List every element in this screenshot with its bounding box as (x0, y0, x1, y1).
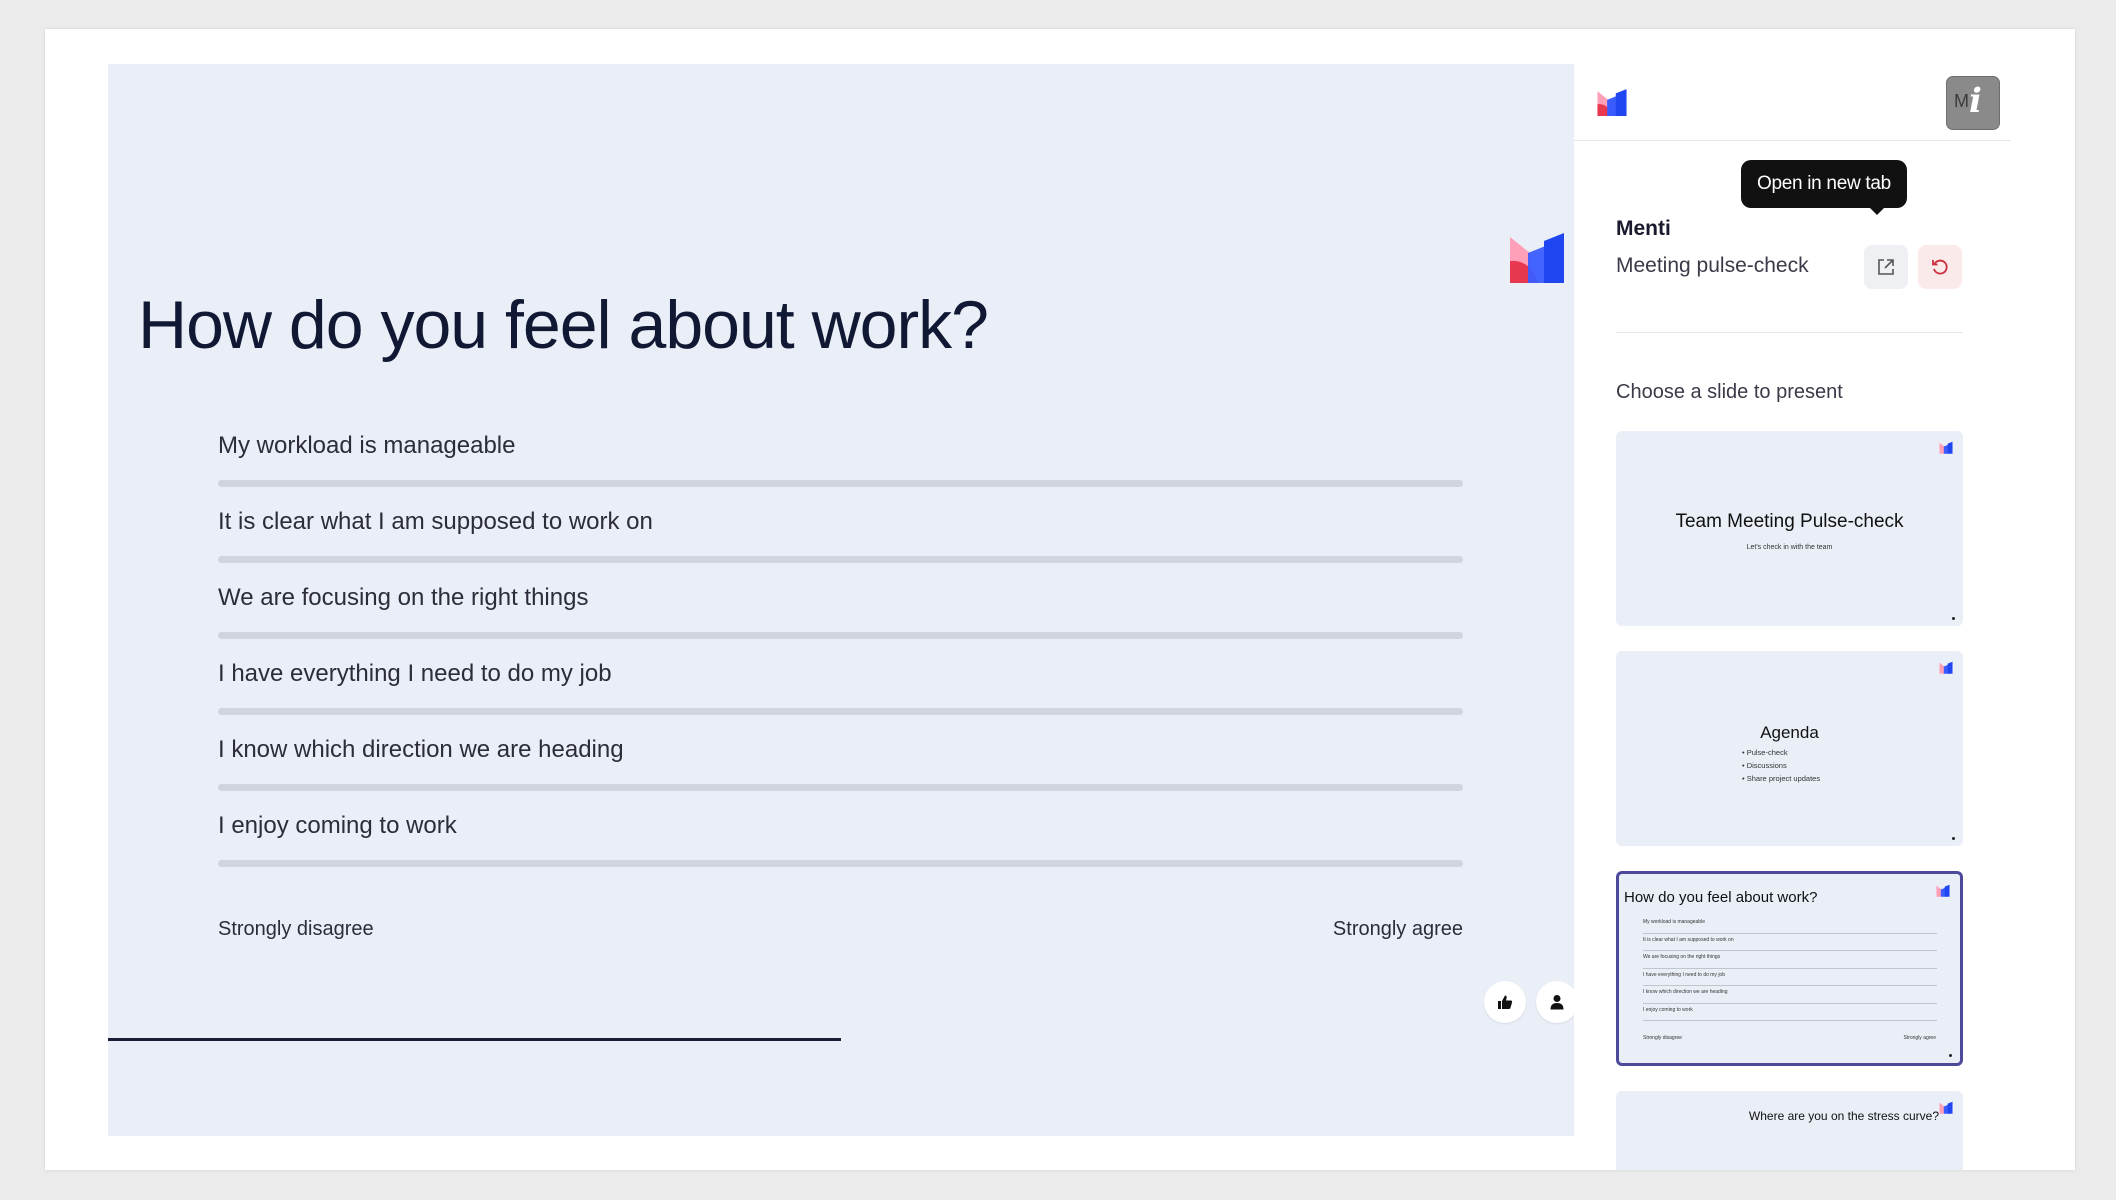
scale-track (218, 632, 1463, 639)
panel-header: M i (1574, 64, 2011, 141)
statement-row: We are focusing on the right things (218, 576, 1463, 652)
mentimeter-logo (1939, 1101, 1953, 1114)
thumbnail-scale-min: Strongly disagree (1643, 1035, 1682, 1041)
thumbnail-indicator (1949, 1054, 1952, 1057)
choose-slide-heading: Choose a slide to present (1616, 381, 1843, 403)
thumbnail-title: Where are you on the stress curve? (1748, 1109, 1939, 1123)
scale-min-label: Strongly disagree (218, 918, 374, 940)
scale-track (218, 480, 1463, 487)
thumbnail-title: Agenda (1760, 723, 1819, 742)
agenda-item: • Share project updates (1742, 774, 1821, 783)
slide-title: How do you feel about work? (138, 287, 989, 363)
slide-progress-bar (108, 1038, 841, 1041)
scale-max-label: Strongly agree (1332, 918, 1463, 940)
statement-label: We are focusing on the right things (218, 584, 589, 611)
participants-button[interactable] (1536, 981, 1574, 1023)
statement-row: I enjoy coming to work (218, 804, 1463, 880)
mentimeter-logo[interactable] (1596, 88, 1628, 116)
thumbnail-indicator (1952, 617, 1955, 620)
avatar-initials: M (1954, 91, 1969, 111)
slide-thumbnail[interactable]: Agenda • Pulse-check • Discussions • Sha… (1616, 651, 1963, 846)
thumbnail-statement: We are focusing on the right things (1643, 953, 1937, 971)
panel-divider (1616, 332, 1963, 333)
slide-thumbnail-selected[interactable]: How do you feel about work? My workload … (1616, 871, 1963, 1066)
statement-list: My workload is manageable It is clear wh… (218, 424, 1463, 880)
scale-track (218, 708, 1463, 715)
mentimeter-logo (1939, 661, 1953, 674)
slide-thumbnail[interactable]: Where are you on the stress curve? (1616, 1091, 1963, 1170)
slide-canvas: How do you feel about work? My workload … (108, 64, 1574, 1136)
thumbnail-statement: I have everything I need to do my job (1643, 971, 1937, 989)
scale-track (218, 556, 1463, 563)
person-icon (1550, 995, 1564, 1010)
open-in-new-tab-button[interactable] (1864, 245, 1908, 289)
mentimeter-logo (1936, 884, 1950, 897)
statement-row: My workload is manageable (218, 424, 1463, 500)
thumbnail-title: How do you feel about work? (1624, 889, 1818, 906)
reset-icon (1932, 259, 1948, 275)
thumbnail-indicator (1952, 837, 1955, 840)
statement-label: It is clear what I am supposed to work o… (218, 508, 653, 535)
scale-track (218, 784, 1463, 791)
thumbnail-statement-list: My workload is manageable It is clear wh… (1643, 918, 1937, 1023)
thumbs-up-icon (1498, 995, 1513, 1009)
thumbnail-statement: I enjoy coming to work (1643, 1006, 1937, 1024)
agenda-item: • Pulse-check (1742, 748, 1788, 757)
thumbnail-statement: It is clear what I am supposed to work o… (1643, 936, 1937, 954)
thumbnail-agenda-list: • Pulse-check • Discussions • Share proj… (1742, 746, 1820, 785)
reset-results-button[interactable] (1918, 245, 1962, 289)
thumbnail-statement: My workload is manageable (1643, 918, 1937, 936)
workspace-name: Menti (1616, 217, 1671, 240)
slide-thumbnail[interactable]: Team Meeting Pulse-check Let's check in … (1616, 431, 1963, 626)
info-button[interactable]: M i (1946, 76, 2000, 130)
statement-row: It is clear what I am supposed to work o… (218, 500, 1463, 576)
mentimeter-logo (1939, 441, 1953, 454)
statement-label: I have everything I need to do my job (218, 660, 612, 687)
presentation-name: Meeting pulse-check (1616, 254, 1809, 277)
thumbnail-title: Team Meeting Pulse-check (1675, 511, 1904, 532)
app-window: How do you feel about work? My workload … (45, 29, 2075, 1170)
thumbnail-scale-max: Strongly agree (1903, 1035, 1936, 1041)
statement-row: I have everything I need to do my job (218, 652, 1463, 728)
info-icon: i (1969, 81, 1982, 121)
statement-label: I enjoy coming to work (218, 812, 457, 839)
reactions-button[interactable] (1484, 981, 1526, 1023)
open-in-new-tab-icon (1878, 259, 1894, 275)
scale-track (218, 860, 1463, 867)
statement-label: I know which direction we are heading (218, 736, 624, 763)
agenda-item: • Discussions (1742, 761, 1787, 770)
thumbnail-statement: I know which direction we are heading (1643, 988, 1937, 1006)
statement-label: My workload is manageable (218, 432, 516, 459)
presenter-side-panel: M i Open in new tab Menti Meeting pulse-… (1574, 29, 2075, 1170)
open-in-new-tab-tooltip: Open in new tab (1741, 160, 1907, 215)
statement-row: I know which direction we are heading (218, 728, 1463, 804)
mentimeter-logo (1510, 233, 1564, 283)
thumbnail-subtitle: Let's check in with the team (1746, 544, 1833, 551)
